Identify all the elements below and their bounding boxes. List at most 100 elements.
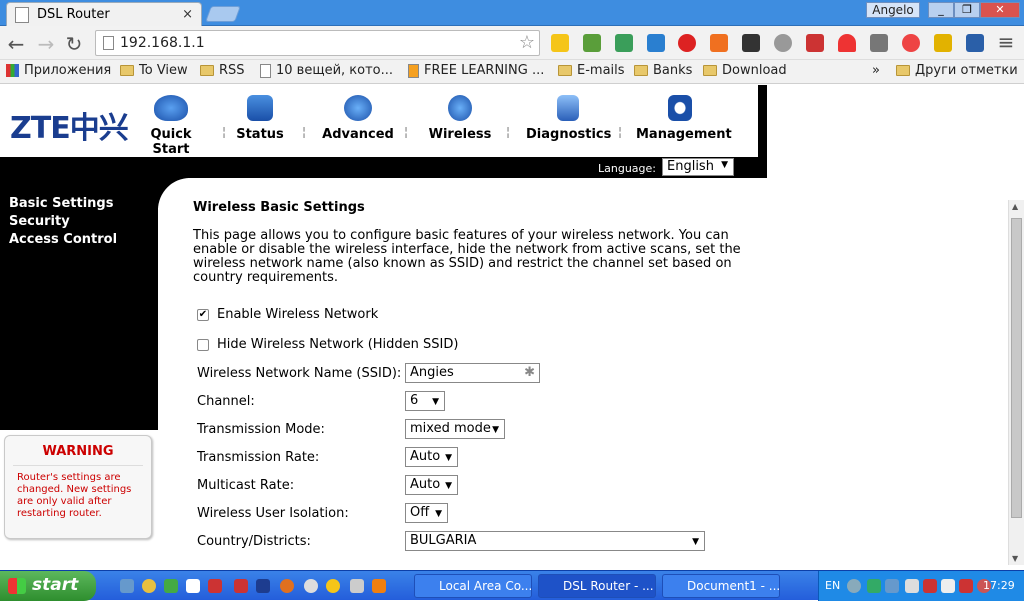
tray-icon[interactable] <box>847 579 861 593</box>
browser-tab[interactable]: DSL Router × <box>6 2 202 26</box>
multicast-select[interactable]: Auto <box>405 475 458 495</box>
bookmark-apps[interactable]: Приложения <box>6 63 111 78</box>
extension-icon[interactable] <box>583 34 601 52</box>
menu-icon[interactable]: ≡ <box>996 30 1016 54</box>
profile-button[interactable]: Angelo <box>866 2 920 18</box>
minimize-button[interactable]: _ <box>928 2 954 18</box>
task-label: Document1 - ... <box>687 579 780 593</box>
enable-wireless-row[interactable]: ✔ Enable Wireless Network <box>197 307 378 322</box>
channel-select[interactable]: 6 <box>405 391 445 411</box>
rss-icon[interactable] <box>966 34 984 52</box>
tray-icon[interactable] <box>867 579 881 593</box>
bookmark-10-things[interactable]: 10 вещей, кото... <box>260 63 393 78</box>
quicklaunch-icon[interactable] <box>164 579 178 593</box>
close-tab-icon[interactable]: × <box>182 7 193 22</box>
forward-icon[interactable]: → <box>36 32 56 56</box>
new-tab-button[interactable] <box>205 6 241 22</box>
menu-label: Wireless <box>428 127 492 142</box>
extension-icon[interactable] <box>551 34 569 52</box>
extension-icon[interactable] <box>615 34 633 52</box>
address-bar[interactable]: 192.168.1.1 ☆ <box>95 30 540 56</box>
tray-icon[interactable] <box>923 579 937 593</box>
bookmark-label: FREE LEARNING ... <box>424 63 545 78</box>
quicklaunch-icon[interactable] <box>142 579 156 593</box>
extension-icon[interactable] <box>710 34 728 52</box>
task-dsl-router[interactable]: DSL Router - ... <box>538 574 656 598</box>
clock[interactable]: 17:29 <box>983 579 1015 592</box>
quicklaunch-icon[interactable] <box>208 579 222 593</box>
divider <box>13 465 143 466</box>
shield-icon[interactable] <box>905 579 919 593</box>
folder-icon[interactable] <box>870 34 888 52</box>
mode-select[interactable]: mixed mode <box>405 419 505 439</box>
network-icon[interactable] <box>885 579 899 593</box>
bookmark-to-view[interactable]: To View <box>120 63 188 78</box>
hide-ssid-checkbox[interactable] <box>197 338 209 351</box>
country-select[interactable]: BULGARIA <box>405 531 705 551</box>
reload-icon[interactable]: ↻ <box>64 32 84 56</box>
maximize-button[interactable]: ❐ <box>954 2 980 18</box>
back-icon[interactable]: ← <box>6 32 26 56</box>
scrollbar-thumb[interactable] <box>1011 218 1022 518</box>
checkmark-icon[interactable] <box>742 34 760 52</box>
url-text[interactable]: 192.168.1.1 <box>120 35 205 51</box>
menu-quick-start[interactable]: Quick Start <box>132 95 210 157</box>
bookmark-download[interactable]: Download <box>703 63 787 78</box>
bookmark-star-icon[interactable]: ☆ <box>519 32 535 53</box>
menu-separator: ¦ <box>302 125 307 139</box>
sidebar-item-security[interactable]: Security <box>9 214 70 229</box>
isolation-select[interactable]: Off <box>405 503 448 523</box>
firefox-icon[interactable] <box>280 579 294 593</box>
language-indicator[interactable]: EN <box>825 579 840 592</box>
start-button[interactable]: start <box>0 571 96 601</box>
quicklaunch-icon[interactable] <box>234 579 248 593</box>
menu-advanced[interactable]: Advanced <box>322 95 394 142</box>
volume-icon[interactable] <box>941 579 955 593</box>
bookmark-emails[interactable]: E-mails <box>558 63 625 78</box>
quicklaunch-icon[interactable] <box>326 579 340 593</box>
tray-icon[interactable] <box>959 579 973 593</box>
sidebar-item-access-control[interactable]: Access Control <box>9 232 117 247</box>
bookmarks-overflow[interactable]: » <box>872 63 880 78</box>
menu-management[interactable]: Management <box>636 95 732 142</box>
bookmark-label: E-mails <box>577 63 625 78</box>
scroll-up-icon[interactable]: ▲ <box>1012 202 1018 211</box>
extension-icon[interactable] <box>902 34 920 52</box>
menu-status[interactable]: Status <box>234 95 286 142</box>
quicklaunch-icon[interactable] <box>120 579 134 593</box>
save-icon[interactable] <box>806 34 824 52</box>
quicklaunch-icon[interactable] <box>350 579 364 593</box>
enable-wireless-checkbox[interactable]: ✔ <box>197 308 209 321</box>
bookmark-banks[interactable]: Banks <box>634 63 692 78</box>
heart-icon[interactable] <box>838 34 856 52</box>
uk-flag-icon[interactable] <box>256 579 270 593</box>
bookmark-free-learning[interactable]: FREE LEARNING ... <box>408 63 544 78</box>
task-document1[interactable]: Document1 - ... <box>662 574 780 598</box>
bookmark-other[interactable]: Други отметки <box>896 63 1018 78</box>
quicklaunch-icon[interactable] <box>186 579 200 593</box>
vlc-icon[interactable] <box>372 579 386 593</box>
bookmark-rss[interactable]: RSS <box>200 63 245 78</box>
system-tray: EN 17:29 <box>818 571 1024 601</box>
adblock-icon[interactable] <box>678 34 696 52</box>
chrome-icon[interactable] <box>304 579 318 593</box>
sidebar-item-basic-settings[interactable]: Basic Settings <box>9 196 113 211</box>
menu-separator: ¦ <box>404 125 409 139</box>
hide-ssid-row[interactable]: Hide Wireless Network (Hidden SSID) <box>197 337 458 352</box>
page-scrollbar[interactable]: ▲ ▼ <box>1008 200 1024 565</box>
menu-wireless[interactable]: Wireless <box>426 95 494 142</box>
menu-label: Status <box>236 127 284 142</box>
task-local-area[interactable]: Local Area Co... <box>414 574 532 598</box>
scroll-down-icon[interactable]: ▼ <box>1012 554 1018 563</box>
film-icon[interactable] <box>774 34 792 52</box>
browser-tab-bar: DSL Router × Angelo _ ❐ ✕ <box>0 0 1024 26</box>
menu-diagnostics[interactable]: Diagnostics <box>526 95 611 142</box>
rate-select[interactable]: Auto <box>405 447 458 467</box>
rate-label: Transmission Rate: <box>197 450 320 465</box>
extension-icon[interactable] <box>647 34 665 52</box>
ssid-input[interactable]: Angies ✱ <box>405 363 540 383</box>
language-select[interactable]: English <box>662 158 734 176</box>
country-value: BULGARIA <box>410 533 477 548</box>
close-window-button[interactable]: ✕ <box>980 2 1020 18</box>
star-icon[interactable] <box>934 34 952 52</box>
